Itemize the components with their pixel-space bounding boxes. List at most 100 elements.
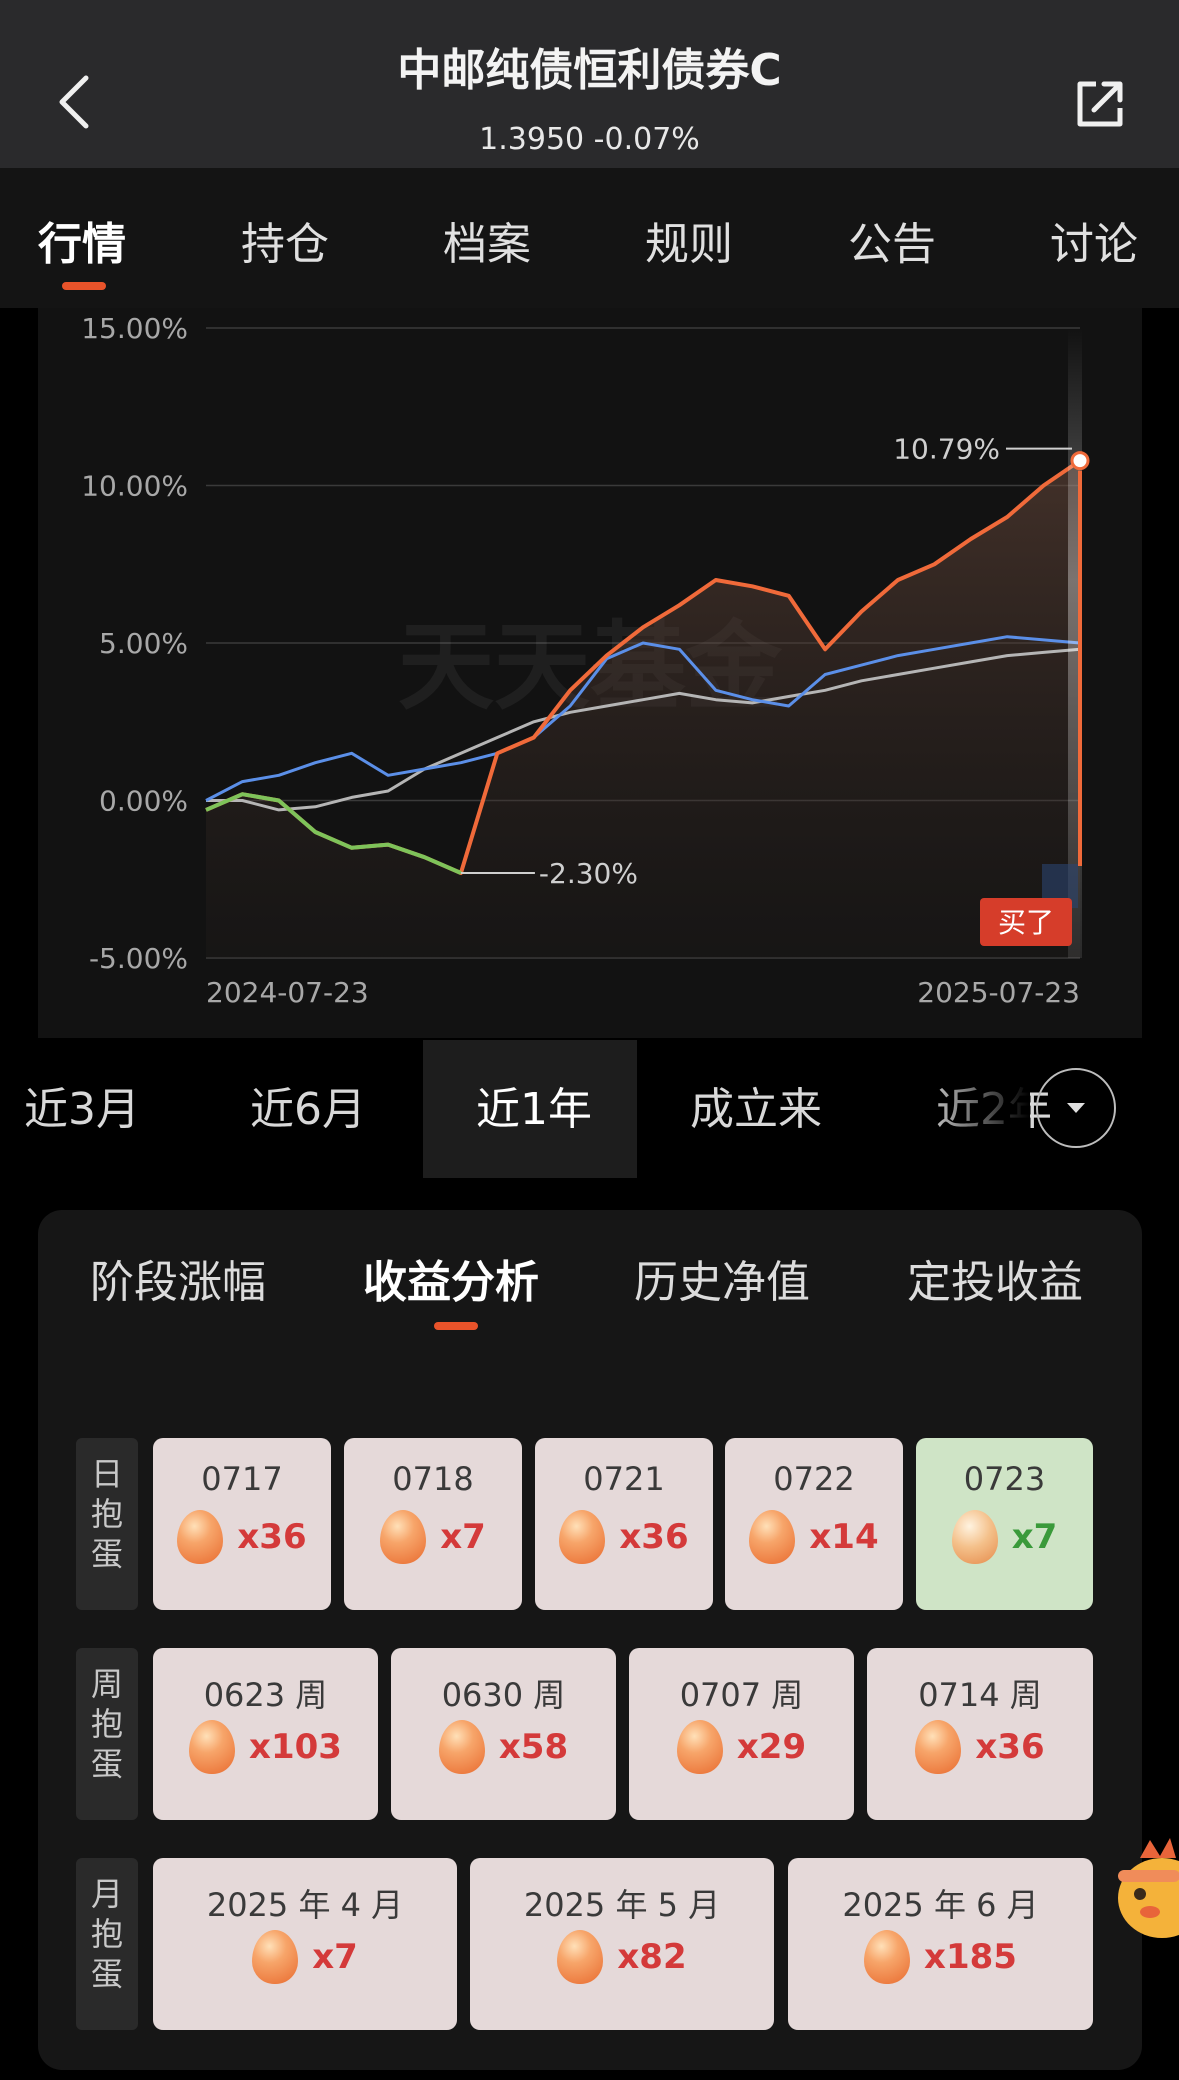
egg-card-body: x14	[725, 1510, 903, 1564]
performance-chart[interactable]: 15.00% 10.00% 5.00% 0.00% -5.00% 天天基金 10.79%…	[38, 308, 1142, 1038]
y-tick-label: 15.00%	[81, 312, 188, 345]
egg-icon	[864, 1930, 911, 1984]
y-tick-label: 10.00%	[81, 470, 188, 503]
egg-icon	[676, 1720, 723, 1774]
daily-egg-card[interactable]: 0718 x7	[344, 1438, 522, 1610]
weekly-egg-card[interactable]: 0623 周 x103	[153, 1648, 378, 1820]
tab-stage-return[interactable]: 阶段涨幅	[90, 1246, 266, 1310]
egg-card-date: 0721	[583, 1460, 665, 1498]
egg-icon	[177, 1510, 224, 1564]
period-expand-button[interactable]	[1036, 1068, 1116, 1148]
max-point-marker	[1070, 451, 1090, 471]
egg-card-date: 0630 周	[441, 1676, 566, 1714]
daily-egg-card[interactable]: 0723 x7	[916, 1438, 1093, 1610]
top-bar: 中邮纯债恒利债券C 1.3950 -0.07%	[0, 0, 1179, 168]
daily-egg-card[interactable]: 0717 x36	[153, 1438, 331, 1610]
max-value-label: 10.79%	[893, 433, 1000, 466]
monthly-egg-card[interactable]: 2025 年 4 月 x7	[153, 1858, 457, 2030]
period-scroll-fade	[920, 1040, 1030, 1180]
egg-card-date: 2025 年 4 月	[206, 1886, 404, 1924]
fund-title: 中邮纯债恒利债券C	[397, 45, 782, 96]
egg-card-date: 0723	[963, 1460, 1046, 1498]
tab-announcements[interactable]: 公告	[848, 208, 936, 272]
daily-egg-card[interactable]: 0722 x14	[725, 1438, 903, 1610]
egg-count: x36	[237, 1517, 307, 1557]
egg-count: x58	[498, 1727, 569, 1767]
egg-count: x185	[924, 1937, 1017, 1977]
tab-nav-history[interactable]: 历史净值	[634, 1246, 810, 1310]
egg-card-body: x7	[916, 1510, 1093, 1564]
egg-card-body: x82	[470, 1930, 774, 1984]
egg-count: x7	[440, 1517, 486, 1557]
egg-card-body: x58	[391, 1720, 616, 1774]
period-6m[interactable]: 近6月	[250, 1040, 366, 1180]
chevron-down-icon	[1067, 1103, 1085, 1113]
tab-profile[interactable]: 档案	[443, 208, 531, 272]
y-tick-label: 0.00%	[99, 785, 188, 818]
chart-svg: 15.00%10.00%5.00%0.00%-5.00% 天天基金 10.79%…	[81, 312, 1090, 1009]
y-tick-label: 5.00%	[99, 627, 188, 660]
x-axis-label-start: 2024-07-23	[206, 976, 369, 1009]
egg-card-date: 0722	[773, 1460, 855, 1498]
weekly-egg-card[interactable]: 0707 周 x29	[629, 1648, 854, 1820]
daily-row-label: 日抱蛋	[76, 1438, 138, 1610]
egg-card-body: x36	[153, 1510, 331, 1564]
tab-rules[interactable]: 规则	[645, 208, 733, 272]
egg-count: x14	[809, 1517, 879, 1557]
period-3m[interactable]: 近3月	[24, 1040, 140, 1180]
daily-egg-card[interactable]: 0721 x36	[535, 1438, 713, 1610]
egg-card-body: x36	[535, 1510, 713, 1564]
egg-count: x36	[975, 1727, 1045, 1767]
y-tick-label: -5.00%	[89, 942, 188, 975]
egg-icon	[252, 1930, 299, 1984]
x-axis-label-end: 2025-07-23	[917, 976, 1080, 1009]
egg-count: x103	[249, 1727, 342, 1767]
egg-icon	[189, 1720, 236, 1774]
share-icon[interactable]	[1072, 76, 1128, 132]
analysis-tab-indicator	[434, 1322, 478, 1330]
egg-icon	[557, 1930, 604, 1984]
weekly-egg-card[interactable]: 0714 周 x36	[867, 1648, 1093, 1820]
egg-card-date: 0714 周	[918, 1676, 1042, 1714]
egg-icon	[438, 1720, 485, 1774]
weekly-row-label: 周抱蛋	[76, 1648, 138, 1820]
egg-card-body: x7	[153, 1930, 457, 1984]
tab-holdings[interactable]: 持仓	[241, 208, 329, 272]
period-1y[interactable]: 近1年	[476, 1040, 592, 1180]
tab-market[interactable]: 行情	[38, 208, 126, 272]
egg-card-date: 0718	[392, 1460, 474, 1498]
monthly-row-label: 月抱蛋	[76, 1858, 138, 2030]
egg-count: x7	[312, 1937, 358, 1977]
egg-card-date: 0623 周	[203, 1676, 328, 1714]
egg-icon	[559, 1510, 606, 1564]
egg-count: x36	[619, 1517, 689, 1557]
monthly-egg-card[interactable]: 2025 年 6 月 x185	[788, 1858, 1093, 2030]
egg-card-body: x7	[344, 1510, 522, 1564]
egg-icon	[915, 1720, 962, 1774]
buy-marker-label: 买了	[998, 906, 1054, 939]
tab-sip-return[interactable]: 定投收益	[907, 1246, 1083, 1310]
period-since-inception[interactable]: 成立来	[690, 1040, 822, 1180]
monthly-egg-card[interactable]: 2025 年 5 月 x82	[470, 1858, 774, 2030]
mascot-icon[interactable]	[1110, 1836, 1179, 1946]
egg-card-date: 2025 年 6 月	[842, 1886, 1039, 1924]
active-tab-indicator	[62, 282, 106, 290]
egg-count: x82	[617, 1937, 687, 1977]
tab-discussion[interactable]: 讨论	[1050, 208, 1138, 272]
tab-return-analysis[interactable]: 收益分析	[363, 1246, 539, 1310]
egg-card-body: x36	[867, 1720, 1093, 1774]
egg-icon	[749, 1510, 796, 1564]
egg-card-body: x29	[629, 1720, 854, 1774]
egg-icon	[380, 1510, 427, 1564]
egg-card-date: 0707 周	[679, 1676, 804, 1714]
egg-card-date: 0717	[201, 1460, 283, 1498]
egg-count: x7	[1011, 1517, 1058, 1557]
weekly-egg-card[interactable]: 0630 周 x58	[391, 1648, 616, 1820]
egg-card-body: x185	[788, 1930, 1093, 1984]
main-tabs: 行情 持仓 档案 规则 公告 讨论	[0, 168, 1179, 308]
min-value-label: -2.30%	[539, 857, 638, 890]
egg-count: x29	[736, 1727, 807, 1767]
fund-area-fill	[206, 460, 1080, 958]
cracked-egg-icon	[951, 1510, 998, 1564]
egg-card-date: 2025 年 5 月	[523, 1886, 721, 1924]
